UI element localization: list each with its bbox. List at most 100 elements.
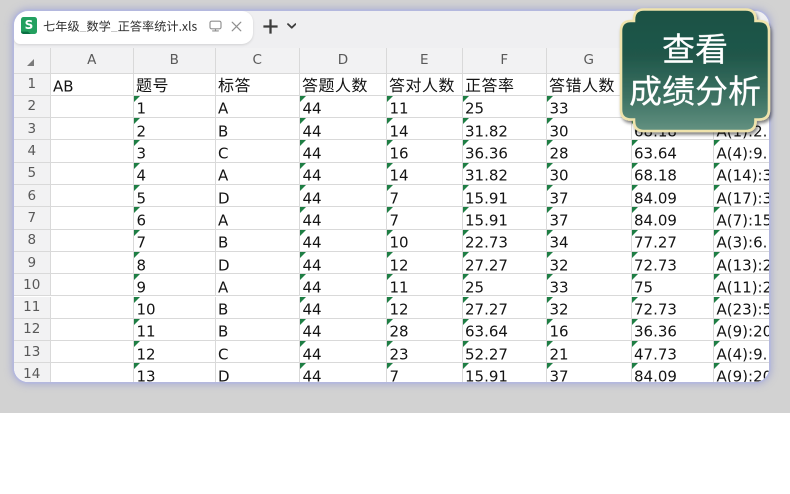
cell-I11[interactable]: A(23):5 [714,297,769,319]
cell-C6[interactable]: D [216,185,301,207]
cell-F9[interactable]: 27.27 [463,252,548,274]
cell-G6[interactable]: 37 [547,185,632,207]
cell-G13[interactable]: 21 [547,341,632,363]
cell-G12[interactable]: 16 [547,319,632,341]
cell-I9[interactable]: A(13):2 [714,252,769,274]
cell-B6[interactable]: 5 [134,185,216,207]
column-header-C[interactable]: C [216,48,301,74]
select-all-corner[interactable] [14,48,51,74]
cell-I5[interactable]: A(14):3 [714,163,769,185]
cell-C13[interactable]: C [216,341,301,363]
cell-D14[interactable]: 44 [300,363,387,381]
cell-E1[interactable] [387,74,463,96]
cell-D9[interactable]: 44 [300,252,387,274]
cell-G2[interactable]: 33 [547,96,632,118]
cell-B4[interactable]: 3 [134,140,216,162]
cell-I6[interactable]: A(17):3 [714,185,769,207]
cell-H13[interactable]: 47.73 [632,341,715,363]
cell-I13[interactable]: A(4):9. [714,341,769,363]
cell-I4[interactable]: A(4):9. [714,140,769,162]
cell-G11[interactable]: 32 [547,297,632,319]
cell-D7[interactable]: 44 [300,207,387,229]
cell-B13[interactable]: 12 [134,341,216,363]
cell-I8[interactable]: A(3):6. [714,230,769,252]
cell-H14[interactable]: 84.09 [632,363,715,381]
column-header-A[interactable]: A [51,48,135,74]
cell-C8[interactable]: B [216,230,301,252]
cell-A6[interactable] [51,185,135,207]
cell-H12[interactable]: 36.36 [632,319,715,341]
row-header-3[interactable]: 3 [14,118,51,140]
row-header-14[interactable]: 14 [14,363,51,381]
cell-G4[interactable]: 28 [547,140,632,162]
cell-D13[interactable]: 44 [300,341,387,363]
cell-C7[interactable]: A [216,207,301,229]
row-header-10[interactable]: 10 [14,274,51,296]
cell-H3[interactable]: 68.18 [632,118,715,140]
close-icon[interactable] [230,20,243,33]
cell-G9[interactable]: 32 [547,252,632,274]
cell-F8[interactable]: 22.73 [463,230,548,252]
cell-G14[interactable]: 37 [547,363,632,381]
cell-H5[interactable]: 68.18 [632,163,715,185]
cell-A3[interactable] [51,118,135,140]
row-header-2[interactable]: 2 [14,96,51,118]
cell-D1[interactable] [300,74,387,96]
cell-I10[interactable]: A(11):2 [714,274,769,296]
cell-B11[interactable]: 10 [134,297,216,319]
cell-I14[interactable]: A(9):20 [714,363,769,381]
cell-H7[interactable]: 84.09 [632,207,715,229]
cell-F13[interactable]: 52.27 [463,341,548,363]
row-header-4[interactable]: 4 [14,140,51,162]
cell-E9[interactable]: 12 [387,252,463,274]
cell-C11[interactable]: B [216,297,301,319]
cell-D11[interactable]: 44 [300,297,387,319]
monitor-icon[interactable] [209,20,222,32]
cell-A1[interactable]: AB [51,74,135,96]
cell-B2[interactable]: 1 [134,96,216,118]
cell-C5[interactable]: A [216,163,301,185]
row-header-1[interactable]: 1 [14,74,51,96]
cell-A13[interactable] [51,341,135,363]
cell-A11[interactable] [51,297,135,319]
cell-E13[interactable]: 23 [387,341,463,363]
cell-H6[interactable]: 84.09 [632,185,715,207]
cell-F3[interactable]: 31.82 [463,118,548,140]
cell-E7[interactable]: 7 [387,207,463,229]
cell-F5[interactable]: 31.82 [463,163,548,185]
cell-G1[interactable] [547,74,632,96]
cell-B1[interactable] [134,74,216,96]
cell-B8[interactable]: 7 [134,230,216,252]
cell-F12[interactable]: 63.64 [463,319,548,341]
cell-H8[interactable]: 77.27 [632,230,715,252]
cell-A10[interactable] [51,274,135,296]
cell-F1[interactable] [463,74,548,96]
row-header-6[interactable]: 6 [14,185,51,207]
cell-D8[interactable]: 44 [300,230,387,252]
cell-B12[interactable]: 11 [134,319,216,341]
cell-A4[interactable] [51,140,135,162]
cell-G7[interactable]: 37 [547,207,632,229]
cell-B7[interactable]: 6 [134,207,216,229]
row-header-12[interactable]: 12 [14,319,51,341]
cell-A14[interactable] [51,363,135,381]
cell-H11[interactable]: 72.73 [632,297,715,319]
cell-F6[interactable]: 15.91 [463,185,548,207]
cell-A5[interactable] [51,163,135,185]
column-header-E[interactable]: E [387,48,463,74]
cell-F7[interactable]: 15.91 [463,207,548,229]
cell-E3[interactable]: 14 [387,118,463,140]
cell-E10[interactable]: 11 [387,274,463,296]
cell-A7[interactable] [51,207,135,229]
cell-A2[interactable] [51,96,135,118]
cell-G5[interactable]: 30 [547,163,632,185]
new-tab-plus-icon[interactable] [263,19,278,34]
cell-E12[interactable]: 28 [387,319,463,341]
cell-D2[interactable]: 44 [300,96,387,118]
cell-A8[interactable] [51,230,135,252]
column-header-D[interactable]: D [300,48,387,74]
cell-I3[interactable]: A(1):2. [714,118,769,140]
cell-C12[interactable]: B [216,319,301,341]
cell-C14[interactable]: D [216,363,301,381]
cell-G8[interactable]: 34 [547,230,632,252]
